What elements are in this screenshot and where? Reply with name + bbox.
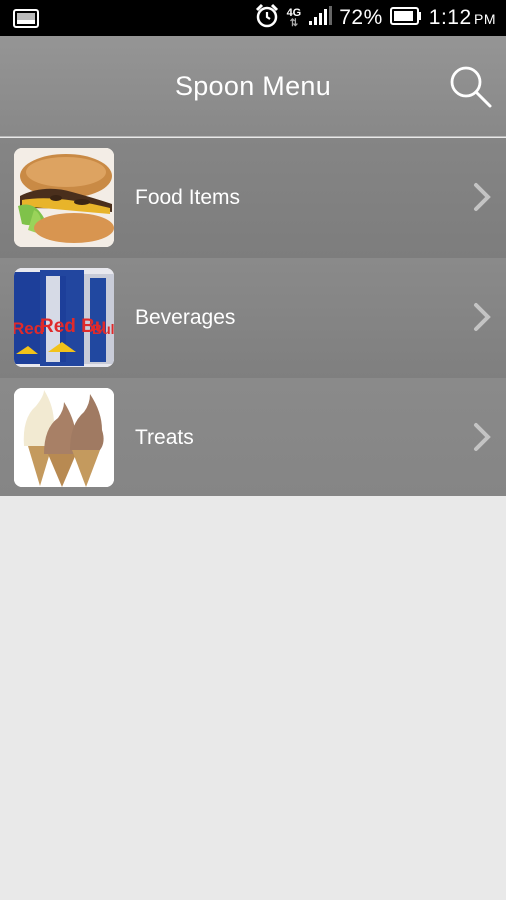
list-item-food-items[interactable]: Food Items	[0, 138, 506, 258]
search-icon	[450, 66, 492, 108]
list-item-label: Beverages	[135, 306, 236, 329]
battery-percent: 72%	[339, 6, 383, 29]
battery-icon	[389, 6, 422, 30]
list-item-label: Food Items	[135, 186, 241, 209]
page-title: Spoon Menu	[174, 71, 332, 101]
clock: 1:12 PM	[429, 6, 496, 30]
signal-icon	[308, 5, 333, 31]
network-4g-icon: 4G ⇅	[286, 6, 302, 29]
list-item-beverages[interactable]: Red Red Bu Bul Beverages	[0, 258, 506, 378]
burger-image	[14, 148, 114, 247]
ice-cream-cones-image	[14, 388, 114, 487]
chevron-right-icon	[474, 423, 491, 451]
energy-drink-cans-image: Red Red Bu Bul	[14, 268, 114, 367]
status-bar: 4G ⇅ 72% 1:12 PM	[0, 0, 506, 36]
menu-list: Food Items Red Red Bu Bul Beverages Trea…	[0, 138, 506, 496]
list-item-label: Treats	[135, 426, 194, 449]
search-button[interactable]	[448, 64, 494, 110]
chevron-right-icon	[474, 303, 491, 331]
screenshot-icon	[13, 9, 39, 33]
clock-ampm: PM	[474, 11, 496, 27]
clock-time: 1:12	[428, 6, 472, 29]
list-item-treats[interactable]: Treats	[0, 378, 506, 496]
app-header: Spoon Menu	[0, 36, 506, 137]
chevron-right-icon	[474, 183, 491, 211]
svg-text:Bul: Bul	[92, 321, 114, 337]
alarm-icon	[254, 3, 280, 34]
